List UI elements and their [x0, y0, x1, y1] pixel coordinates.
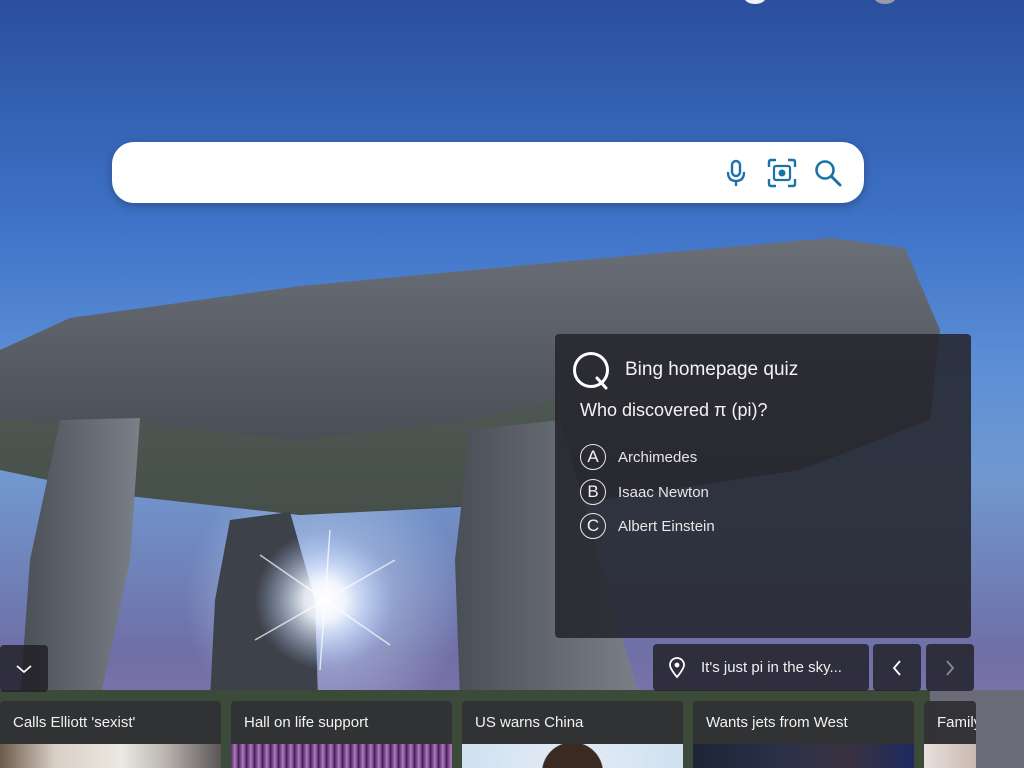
chevron-left-icon — [892, 659, 901, 676]
news-card[interactable]: Calls Elliott 'sexist' — [0, 701, 221, 768]
news-headline: Family — [937, 714, 976, 731]
news-thumbnail — [693, 744, 914, 768]
option-letter: A — [580, 444, 606, 470]
news-card[interactable]: Wants jets from West — [693, 701, 914, 768]
search-box — [112, 142, 864, 203]
news-thumbnail — [0, 744, 221, 768]
option-letter: B — [580, 479, 606, 505]
location-pin-icon — [669, 657, 685, 679]
camera-scan-icon[interactable] — [765, 156, 799, 190]
chevron-right-icon — [946, 659, 955, 676]
quiz-card[interactable]: Bing homepage quiz Who discovered π (pi)… — [555, 334, 971, 638]
news-card[interactable]: Family — [924, 701, 976, 768]
quiz-question: Who discovered π (pi)? — [580, 400, 768, 420]
news-thumbnail — [231, 744, 452, 768]
image-info-text: It's just pi in the sky... — [701, 659, 842, 676]
search-icon[interactable] — [811, 156, 845, 190]
top-nav-icon[interactable] — [874, 0, 896, 4]
image-info-button[interactable]: It's just pi in the sky... — [653, 644, 869, 691]
quiz-option-c[interactable]: C Albert Einstein — [580, 512, 715, 540]
quiz-option-a[interactable]: A Archimedes — [580, 443, 697, 471]
option-text: Isaac Newton — [618, 483, 709, 501]
option-letter: C — [580, 513, 606, 539]
quiz-option-b[interactable]: B Isaac Newton — [580, 478, 709, 506]
news-card[interactable]: Hall on life support — [231, 701, 452, 768]
news-headline: Hall on life support — [244, 714, 369, 731]
collapse-button[interactable] — [0, 645, 48, 692]
microphone-icon[interactable] — [719, 156, 753, 190]
previous-image-button[interactable] — [873, 644, 921, 691]
chevron-down-icon — [16, 664, 32, 673]
next-image-button[interactable] — [926, 644, 974, 691]
option-text: Archimedes — [618, 448, 698, 466]
news-headline: Wants jets from West — [706, 714, 848, 731]
news-headline: Calls Elliott 'sexist' — [13, 714, 136, 731]
news-headline: US warns China — [475, 714, 584, 731]
news-thumbnail — [462, 744, 683, 768]
quiz-title: Bing homepage quiz — [625, 359, 799, 380]
top-nav-icon[interactable] — [744, 0, 766, 4]
news-thumbnail — [924, 744, 976, 768]
quiz-logo-icon — [573, 352, 609, 390]
news-card[interactable]: US warns China — [462, 701, 683, 768]
option-text: Albert Einstein — [618, 517, 715, 535]
search-input[interactable] — [136, 156, 720, 190]
